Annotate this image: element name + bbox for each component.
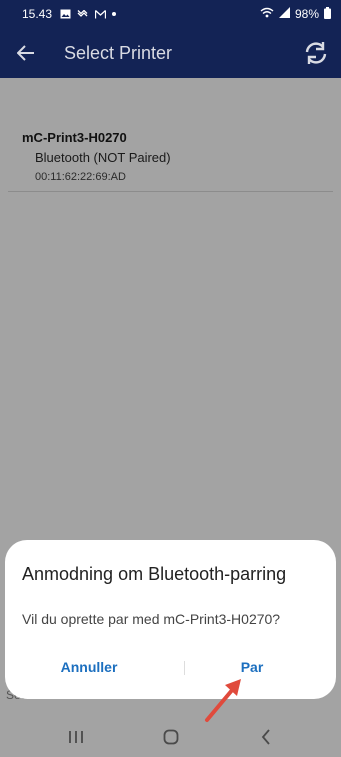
pairing-dialog: Anmodning om Bluetooth-parring Vil du op… xyxy=(5,540,336,699)
status-time: 15.43 xyxy=(22,7,53,21)
wifi-icon xyxy=(260,7,274,21)
gallery-icon xyxy=(60,9,71,19)
battery-icon xyxy=(324,6,331,22)
printer-mac-address: 00:11:62:22:69:AD xyxy=(35,171,126,183)
refresh-icon[interactable] xyxy=(301,38,331,68)
printer-connection-status: Bluetooth (NOT Paired) xyxy=(35,150,171,165)
voicemail-icon xyxy=(77,10,89,18)
page-title: Select Printer xyxy=(64,42,173,63)
battery-percent: 98% xyxy=(294,7,319,21)
system-nav-bar xyxy=(0,713,341,757)
printer-name: mC-Print3-H0270 xyxy=(22,130,127,145)
pair-button[interactable]: Par xyxy=(192,656,312,678)
arrow-left-icon[interactable] xyxy=(0,28,52,78)
signal-icon xyxy=(278,7,290,21)
recents-icon[interactable] xyxy=(64,725,88,749)
dialog-message: Vil du oprette par med mC-Print3-H0270? xyxy=(22,611,281,627)
status-bar: 15.43 98% xyxy=(0,0,341,28)
button-divider xyxy=(184,661,185,675)
back-icon[interactable] xyxy=(254,725,278,749)
home-icon[interactable] xyxy=(159,725,183,749)
mail-icon xyxy=(95,9,107,19)
cancel-button[interactable]: Annuller xyxy=(29,656,149,678)
dialog-title: Anmodning om Bluetooth-parring xyxy=(22,564,287,584)
dot-icon xyxy=(112,12,117,16)
printer-list-item[interactable]: mC-Print3-H0270 Bluetooth (NOT Paired) 0… xyxy=(8,128,333,192)
app-bar: Select Printer xyxy=(0,28,341,78)
